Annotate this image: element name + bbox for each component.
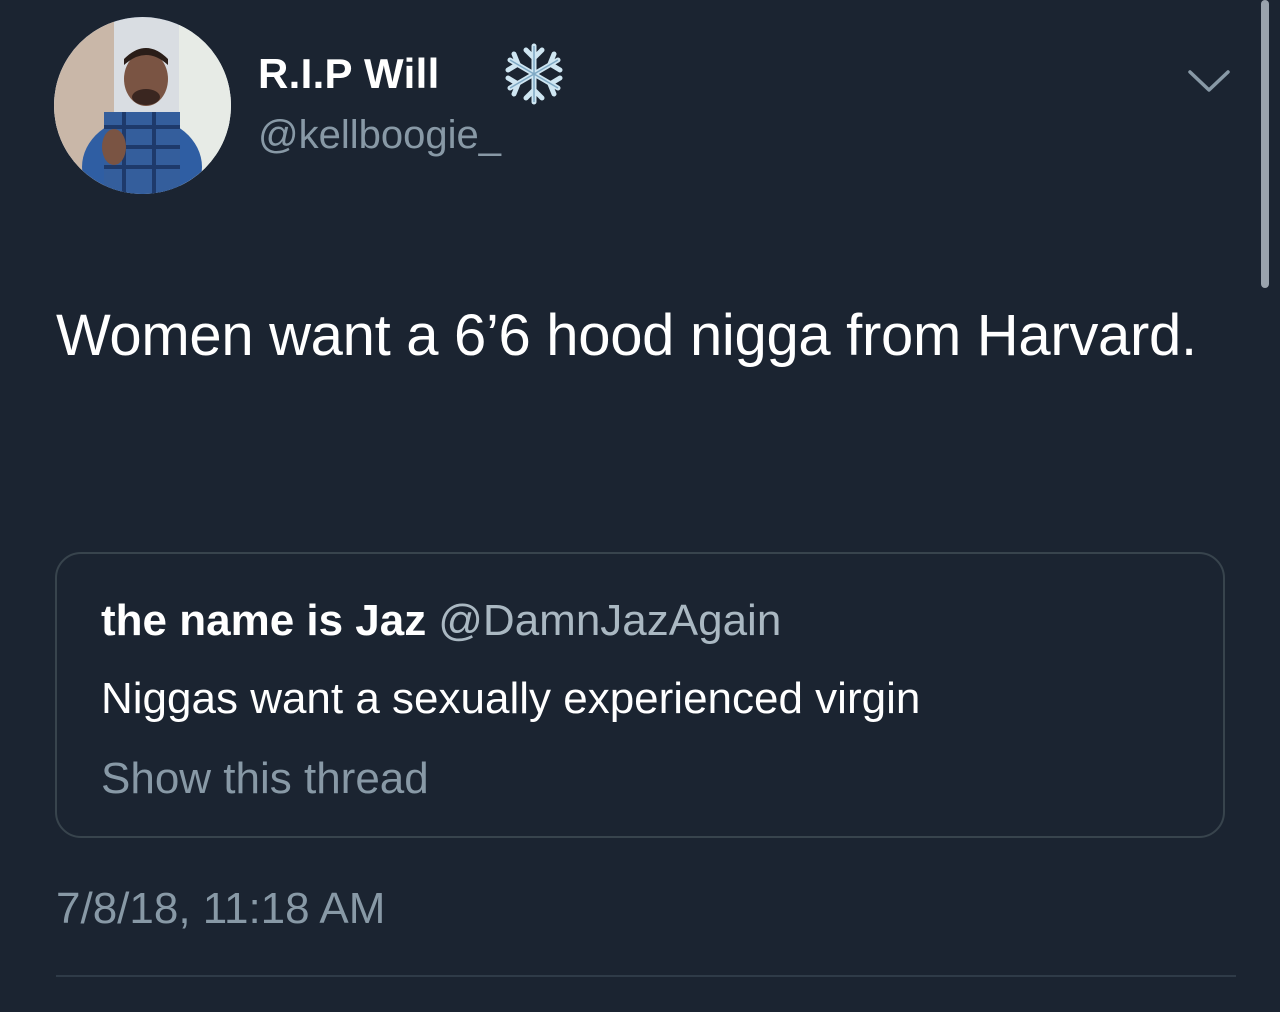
tweet-text: Women want a 6’6 hood nigga from Harvard… [56,303,1197,368]
divider [56,975,1236,977]
snowflake-icon [505,43,563,105]
avatar-photo [54,17,231,194]
quoted-display-name: the name is Jaz [101,596,427,645]
display-name[interactable]: R.I.P Will [258,48,440,100]
quoted-tweet-text: Niggas want a sexually experienced virgi… [101,674,921,723]
quoted-tweet[interactable]: the name is Jaz @DamnJazAgain Niggas want… [55,552,1225,838]
show-thread-link[interactable]: Show this thread [101,752,429,806]
tweet-timestamp[interactable]: 7/8/18, 11:18 AM [56,882,385,936]
quoted-tweet-author: the name is Jaz @DamnJazAgain [101,594,781,648]
avatar[interactable] [54,17,231,194]
chevron-down-icon[interactable] [1186,66,1232,96]
user-handle[interactable]: @kellboogie_ [258,110,501,160]
scrollbar[interactable] [1261,0,1269,288]
tweet-container: R.I.P Will @kellboogie_ Women want a 6’6… [0,0,1280,1012]
quoted-user-handle: @DamnJazAgain [438,596,782,645]
